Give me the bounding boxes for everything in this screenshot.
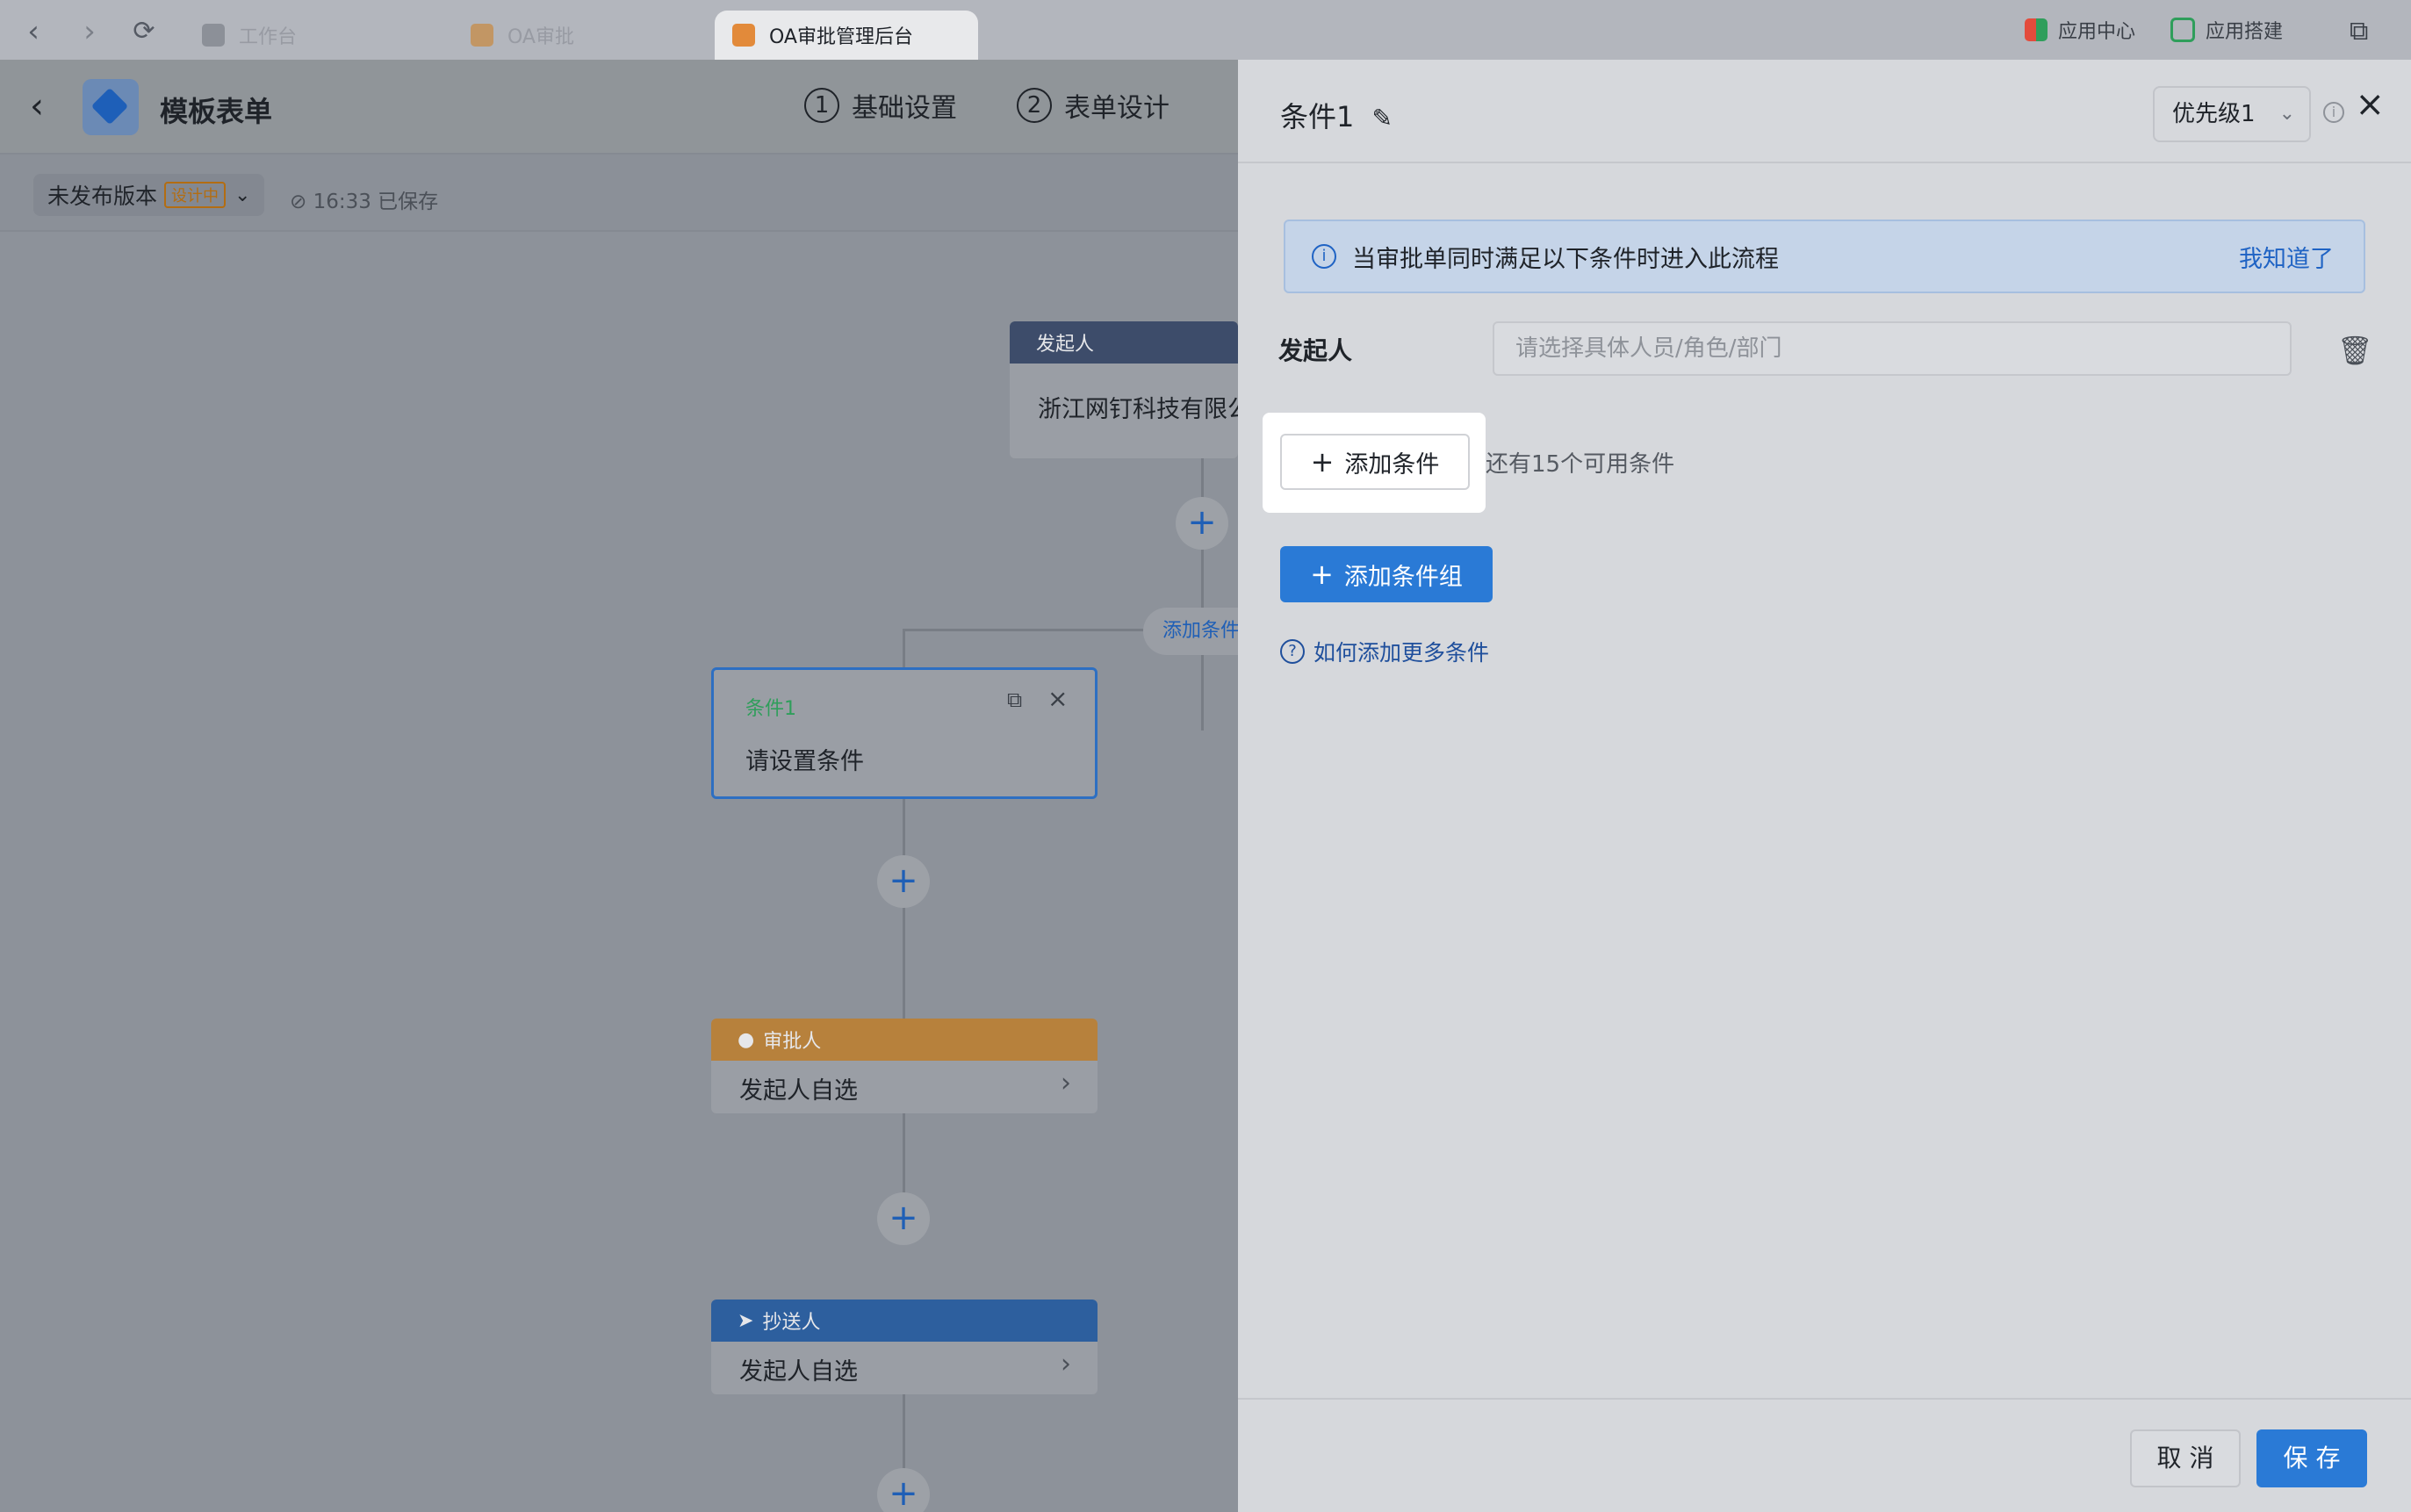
node-header-label: 发起人 (1036, 334, 1095, 356)
drawer-title: 条件1 ✎ (1280, 95, 1393, 135)
step-basic-settings[interactable]: 1 基础设置 (804, 86, 957, 125)
add-condition-button[interactable]: + 添加条件 (1280, 434, 1470, 490)
version-select[interactable]: 未发布版本 设计中 ⌄ (33, 174, 265, 216)
info-icon: i (1312, 244, 1336, 269)
back-arrow-icon[interactable]: ‹ (18, 16, 49, 47)
step-form-design[interactable]: 2 表单设计 (1017, 86, 1170, 125)
edit-pencil-icon[interactable]: ✎ (1372, 104, 1393, 133)
approver-node[interactable]: ● 审批人 发起人自选 › (711, 1019, 1098, 1113)
question-icon: ? (1280, 639, 1305, 664)
reload-icon[interactable]: ⟳ (128, 16, 160, 47)
version-label: 未发布版本 (47, 184, 158, 209)
initiator-node[interactable]: 发起人 浙江网钉科技有限公 (1010, 321, 1238, 458)
tab-oa-admin[interactable]: OA审批管理后台 (715, 11, 978, 60)
tab-label: 工作台 (239, 26, 298, 48)
tab-workbench[interactable]: 工作台 (184, 11, 448, 60)
trash-icon[interactable]: 🗑 (2337, 334, 2373, 367)
node-body-text: 浙江网钉科技有限公 (1038, 396, 1238, 423)
chevron-down-icon: ⌄ (2278, 103, 2295, 125)
app-center-link[interactable]: 应用中心 (2025, 16, 2135, 44)
save-status-text: 16:33 已保存 (313, 191, 439, 213)
app-builder-icon (2170, 18, 2195, 42)
cancel-button[interactable]: 取 消 (2130, 1429, 2241, 1487)
oa-icon (471, 24, 493, 47)
tab-oa-approval[interactable]: OA审批 (453, 11, 708, 60)
node-body-text: 发起人自选 (739, 1077, 858, 1105)
back-icon[interactable]: ‹ (30, 86, 44, 126)
field-label: 发起人 (1278, 336, 1353, 365)
condition-node[interactable]: 条件1 ⧉ × 请设置条件 (711, 667, 1098, 799)
app-logo (83, 79, 139, 135)
page-title: 模板表单 (160, 95, 273, 128)
node-header-label: 审批人 (763, 1031, 822, 1053)
workbench-icon (202, 24, 225, 47)
flow-designer-page: ‹ 模板表单 1 基础设置 2 表单设计 未发布版本 设计中 ⌄ ⊘ 16:33… (0, 60, 1238, 1512)
plus-icon: + (1310, 445, 1335, 479)
help-link[interactable]: ? 如何添加更多条件 (1280, 636, 1489, 667)
copy-icon[interactable]: ⧉ (1007, 688, 1022, 712)
check-circle-icon: ⊘ (290, 191, 307, 213)
version-bar: 未发布版本 设计中 ⌄ ⊘ 16:33 已保存 (0, 155, 1238, 232)
node-body-text: 发起人自选 (739, 1358, 858, 1386)
help-link-text: 如何添加更多条件 (1313, 640, 1490, 666)
node-header: ● 审批人 (711, 1019, 1098, 1061)
initiator-select-input[interactable]: 请选择具体人员/角色/部门 (1493, 321, 2292, 376)
add-condition-group-button[interactable]: + 添加条件组 (1280, 546, 1493, 602)
step-number: 2 (1017, 88, 1052, 123)
node-header: ➤ 抄送人 (711, 1300, 1098, 1342)
cc-node[interactable]: ➤ 抄送人 发起人自选 › (711, 1300, 1098, 1394)
step-label: 基础设置 (852, 93, 957, 124)
tab-label: OA审批管理后台 (769, 26, 913, 48)
drawer-footer: 取 消 保 存 (1238, 1398, 2411, 1512)
forward-arrow-icon[interactable]: › (74, 16, 105, 47)
info-banner: i 当审批单同时满足以下条件时进入此流程 我知道了 (1284, 220, 2365, 293)
step-number: 1 (804, 88, 839, 123)
drawer-title-text: 条件1 (1280, 100, 1355, 133)
add-node-button[interactable]: + (877, 1468, 930, 1512)
browser-toolbar: ‹ › ⟳ 工作台 OA审批 OA审批管理后台 应用中心 应用搭建 ⧉ (0, 0, 2411, 60)
chevron-right-icon: › (1061, 1068, 1071, 1098)
save-button[interactable]: 保 存 (2256, 1429, 2367, 1487)
save-status: ⊘ 16:33 已保存 (290, 184, 438, 214)
oa-admin-icon (732, 24, 755, 47)
flow-canvas: 发起人 浙江网钉科技有限公 + 添加条件 条件1 ⧉ × 请设置条件 + ● 审… (0, 232, 1238, 1512)
dismiss-link[interactable]: 我知道了 (2239, 240, 2334, 274)
connector-line (903, 629, 905, 667)
user-icon: ● (738, 1028, 755, 1051)
add-node-button[interactable]: + (1176, 497, 1228, 550)
condition-node-text: 请设置条件 (745, 748, 864, 775)
info-icon[interactable]: i (2323, 102, 2344, 123)
close-icon[interactable]: × (2355, 84, 2385, 125)
app-center-icon (2025, 18, 2048, 41)
app-center-label: 应用中心 (2058, 21, 2136, 43)
chevron-right-icon: › (1061, 1349, 1071, 1379)
add-condition-link[interactable]: 添加条件 (1143, 608, 1238, 655)
add-group-label: 添加条件组 (1343, 563, 1463, 591)
chevron-down-icon: ⌄ (234, 184, 251, 206)
page-header: ‹ 模板表单 1 基础设置 2 表单设计 (0, 60, 1238, 155)
step-label: 表单设计 (1064, 93, 1170, 124)
node-header-label: 抄送人 (762, 1312, 821, 1334)
plus-icon: + (1310, 558, 1334, 591)
new-window-icon[interactable]: ⧉ (2350, 16, 2368, 47)
tab-label: OA审批 (507, 26, 574, 48)
remaining-conditions-text: 还有15个可用条件 (1486, 451, 1675, 478)
info-text: 当审批单同时满足以下条件时进入此流程 (1352, 245, 1779, 273)
app-builder-label: 应用搭建 (2206, 21, 2284, 43)
close-icon[interactable]: × (1047, 684, 1068, 713)
condition-node-title: 条件1 (745, 698, 796, 720)
app-builder-link[interactable]: 应用搭建 (2170, 16, 2283, 44)
drawer-header: 条件1 ✎ 优先级1 ⌄ i × (1238, 60, 2411, 163)
condition-drawer: 条件1 ✎ 优先级1 ⌄ i × i 当审批单同时满足以下条件时进入此流程 我知… (1238, 60, 2411, 1512)
status-badge: 设计中 (164, 182, 227, 208)
priority-select[interactable]: 优先级1 ⌄ (2153, 86, 2311, 142)
add-condition-label: 添加条件 (1344, 450, 1440, 479)
node-header: 发起人 (1010, 321, 1238, 364)
add-node-button[interactable]: + (877, 855, 930, 908)
send-icon: ➤ (738, 1309, 754, 1332)
add-node-button[interactable]: + (877, 1192, 930, 1245)
priority-value: 优先级1 (2172, 101, 2256, 127)
